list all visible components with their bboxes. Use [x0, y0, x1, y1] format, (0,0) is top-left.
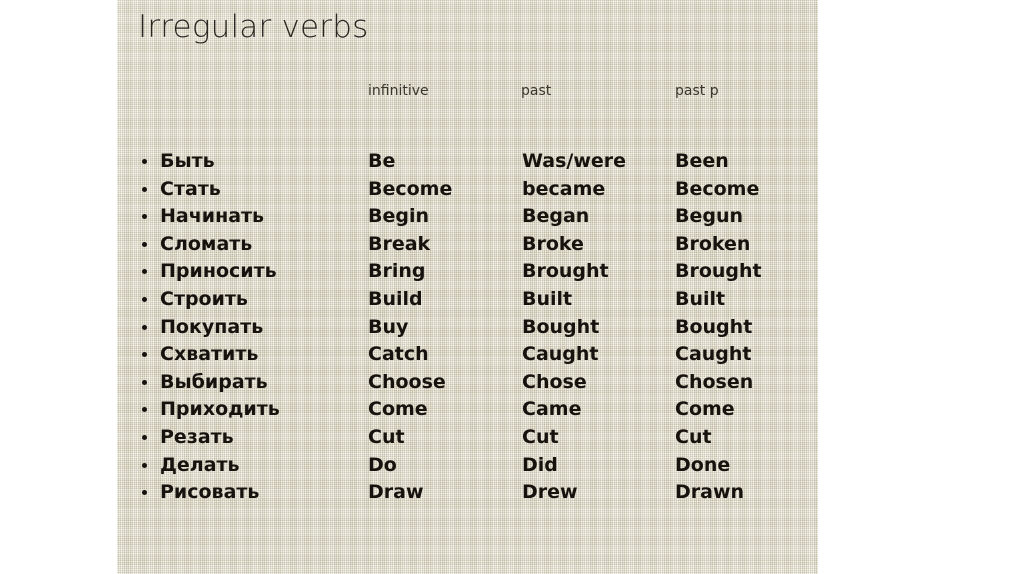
verb-past: Was/were	[522, 150, 627, 172]
bullet-icon	[142, 186, 147, 192]
column-header-infinitive: infinitive	[368, 83, 429, 99]
bullet-icon	[142, 434, 147, 440]
column-header-past-participle: past p	[675, 83, 719, 99]
verb-infinitive: Cut	[368, 425, 405, 448]
verb-past-participle: Brought	[675, 260, 762, 283]
verb-past: became	[522, 177, 606, 200]
table-row: Делать Do Did Done	[117, 454, 818, 482]
verb-past: Chose	[522, 370, 587, 393]
verb-past-participle: Bought	[675, 315, 753, 338]
verb-infinitive: Catch	[368, 343, 429, 366]
table-row: Выбирать Choose Chose Chosen	[117, 371, 818, 399]
table-row: Схватить Catch Caught Caught	[117, 343, 818, 371]
table-row: Строить Build Built Built	[117, 288, 818, 316]
verb-russian: Схватить	[160, 343, 259, 366]
verb-russian: Резать	[160, 425, 234, 448]
verb-russian: Быть	[160, 150, 215, 172]
verb-russian: Начинать	[160, 205, 265, 228]
verb-infinitive: Come	[368, 398, 428, 421]
bullet-icon	[142, 490, 147, 496]
bullet-icon	[142, 241, 147, 247]
verb-past: Cut	[522, 425, 559, 448]
verb-past: Bought	[522, 315, 600, 338]
table-row: Рисовать Draw Drew Drawn	[117, 481, 818, 509]
bullet-icon	[142, 214, 147, 220]
bullet-icon	[142, 379, 147, 385]
verb-infinitive: Become	[368, 177, 453, 200]
verb-infinitive: Be	[368, 150, 396, 172]
verb-russian: Рисовать	[160, 481, 260, 504]
verb-russian: Стать	[160, 177, 221, 200]
verb-past-participle: Begun	[675, 205, 744, 228]
verb-russian: Делать	[160, 453, 240, 476]
verb-infinitive: Bring	[368, 260, 426, 283]
verb-past-participle: Chosen	[675, 370, 754, 393]
bullet-icon	[142, 269, 147, 275]
verb-infinitive: Build	[368, 287, 423, 310]
bullet-icon	[142, 296, 147, 302]
verb-past-participle: Been	[675, 150, 729, 172]
verb-past: Came	[522, 398, 582, 421]
bullet-icon	[142, 159, 147, 164]
verb-past: Broke	[522, 232, 584, 255]
verb-past: Did	[522, 453, 558, 476]
verb-infinitive: Draw	[368, 481, 424, 504]
slide-background-panel: Irregular verbs infinitive past past p Б…	[117, 0, 818, 574]
verb-past-participle: Cut	[675, 425, 712, 448]
verb-past: Caught	[522, 343, 599, 366]
verb-past: Brought	[522, 260, 609, 283]
verb-past-participle: Done	[675, 453, 731, 476]
table-row: Резать Cut Cut Cut	[117, 426, 818, 454]
verb-russian: Сломать	[160, 232, 253, 255]
verb-infinitive: Choose	[368, 370, 446, 393]
verb-past-participle: Drawn	[675, 481, 745, 504]
verb-russian: Приносить	[160, 260, 277, 283]
verb-infinitive: Break	[368, 232, 431, 255]
verb-russian: Строить	[160, 287, 248, 310]
table-row: Покупать Buy Bought Bought	[117, 316, 818, 344]
verb-past-participle: Caught	[675, 343, 752, 366]
table-row: Приносить Bring Brought Brought	[117, 260, 818, 288]
table-row: Приходить Come Came Come	[117, 398, 818, 426]
bullet-icon	[142, 407, 147, 413]
table-row: Начинать Begin Began Begun	[117, 205, 818, 233]
verb-past-participle: Broken	[675, 232, 751, 255]
verb-russian: Выбирать	[160, 370, 268, 393]
verb-past: Drew	[522, 481, 578, 504]
verb-past: Began	[522, 205, 590, 228]
verb-russian: Покупать	[160, 315, 264, 338]
verb-table: Быть Be Was/were Been Стать Become became Becom…	[117, 150, 818, 509]
verb-russian: Приходить	[160, 398, 280, 421]
page-title: Irregular verbs	[138, 9, 369, 45]
table-row: Быть Be Was/were Been	[117, 150, 818, 178]
verb-past-participle: Become	[675, 177, 760, 200]
verb-past: Built	[522, 287, 573, 310]
bullet-icon	[142, 352, 147, 358]
verb-past-participle: Come	[675, 398, 735, 421]
column-header-past: past	[521, 83, 552, 99]
bullet-icon	[142, 462, 147, 468]
bullet-icon	[142, 324, 147, 330]
verb-infinitive: Do	[368, 453, 397, 476]
verb-past-participle: Built	[675, 287, 726, 310]
verb-infinitive: Buy	[368, 315, 409, 338]
slide-root: Irregular verbs infinitive past past p Б…	[0, 0, 1024, 574]
table-row: Стать Become became Become	[117, 178, 818, 206]
table-row: Сломать Break Broke Broken	[117, 233, 818, 261]
verb-infinitive: Begin	[368, 205, 430, 228]
